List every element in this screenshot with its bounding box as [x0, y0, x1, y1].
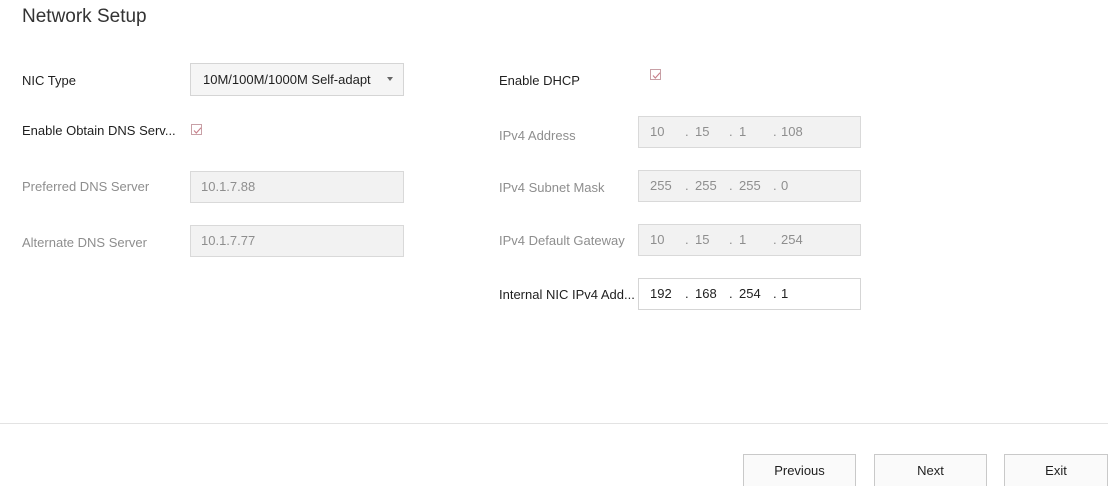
ip-octet: 254 — [739, 286, 761, 301]
ip-octet: 255 — [650, 178, 672, 193]
ip-octet: 0 — [781, 178, 789, 193]
alternate-dns-label: Alternate DNS Server — [22, 235, 147, 250]
ip-separator: . — [773, 286, 777, 301]
ip-separator: . — [729, 286, 733, 301]
nic-type-select[interactable]: 10M/100M/1000M Self-adapt — [190, 63, 404, 96]
ip-octet: 255 — [739, 178, 761, 193]
ip-octet: 15 — [695, 124, 710, 139]
internal-nic-input[interactable]: 192 . 168 . 254 . 1 — [638, 278, 861, 310]
ip-octet: 10 — [650, 124, 665, 139]
preferred-dns-label: Preferred DNS Server — [22, 179, 150, 194]
obtain-dns-checkbox[interactable] — [191, 124, 202, 135]
ip-separator: . — [729, 178, 733, 193]
ip-octet: 1 — [781, 286, 789, 301]
dhcp-checkbox[interactable] — [650, 69, 661, 80]
ip-separator: . — [729, 124, 733, 139]
obtain-dns-label: Enable Obtain DNS Serv... — [22, 123, 176, 138]
ip-separator: . — [685, 286, 689, 301]
nic-type-label: NIC Type — [22, 73, 76, 88]
ip-octet: 1 — [739, 232, 747, 247]
exit-button[interactable]: Exit — [1004, 454, 1108, 486]
ip-octet: 255 — [695, 178, 717, 193]
ip-separator: . — [685, 178, 689, 193]
alternate-dns-input[interactable]: 10.1.7.77 — [190, 225, 404, 257]
footer-divider — [0, 423, 1108, 424]
ip-separator: . — [729, 232, 733, 247]
chevron-down-icon — [387, 77, 393, 81]
dhcp-label: Enable DHCP — [499, 73, 580, 88]
ip-separator: . — [685, 232, 689, 247]
check-icon — [652, 72, 661, 79]
page-title: Network Setup — [22, 6, 147, 27]
ip-separator: . — [773, 124, 777, 139]
ip-octet: 108 — [781, 124, 803, 139]
preferred-dns-input[interactable]: 10.1.7.88 — [190, 171, 404, 203]
nic-type-value: 10M/100M/1000M Self-adapt — [203, 72, 371, 87]
gateway-label: IPv4 Default Gateway — [499, 233, 625, 248]
subnet-mask-label: IPv4 Subnet Mask — [499, 180, 605, 195]
ip-separator: . — [773, 232, 777, 247]
check-icon — [193, 127, 202, 134]
ip-separator: . — [773, 178, 777, 193]
ip-octet: 15 — [695, 232, 710, 247]
previous-button[interactable]: Previous — [743, 454, 856, 486]
subnet-mask-input[interactable]: 255 . 255 . 255 . 0 — [638, 170, 861, 202]
ipv4-address-label: IPv4 Address — [499, 128, 576, 143]
internal-nic-label: Internal NIC IPv4 Add... — [499, 287, 635, 302]
ip-octet: 1 — [739, 124, 747, 139]
gateway-input[interactable]: 10 . 15 . 1 . 254 — [638, 224, 861, 256]
ipv4-address-input[interactable]: 10 . 15 . 1 . 108 — [638, 116, 861, 148]
ip-octet: 168 — [695, 286, 717, 301]
next-button[interactable]: Next — [874, 454, 987, 486]
ip-octet: 254 — [781, 232, 803, 247]
ip-separator: . — [685, 124, 689, 139]
ip-octet: 192 — [650, 286, 672, 301]
ip-octet: 10 — [650, 232, 665, 247]
